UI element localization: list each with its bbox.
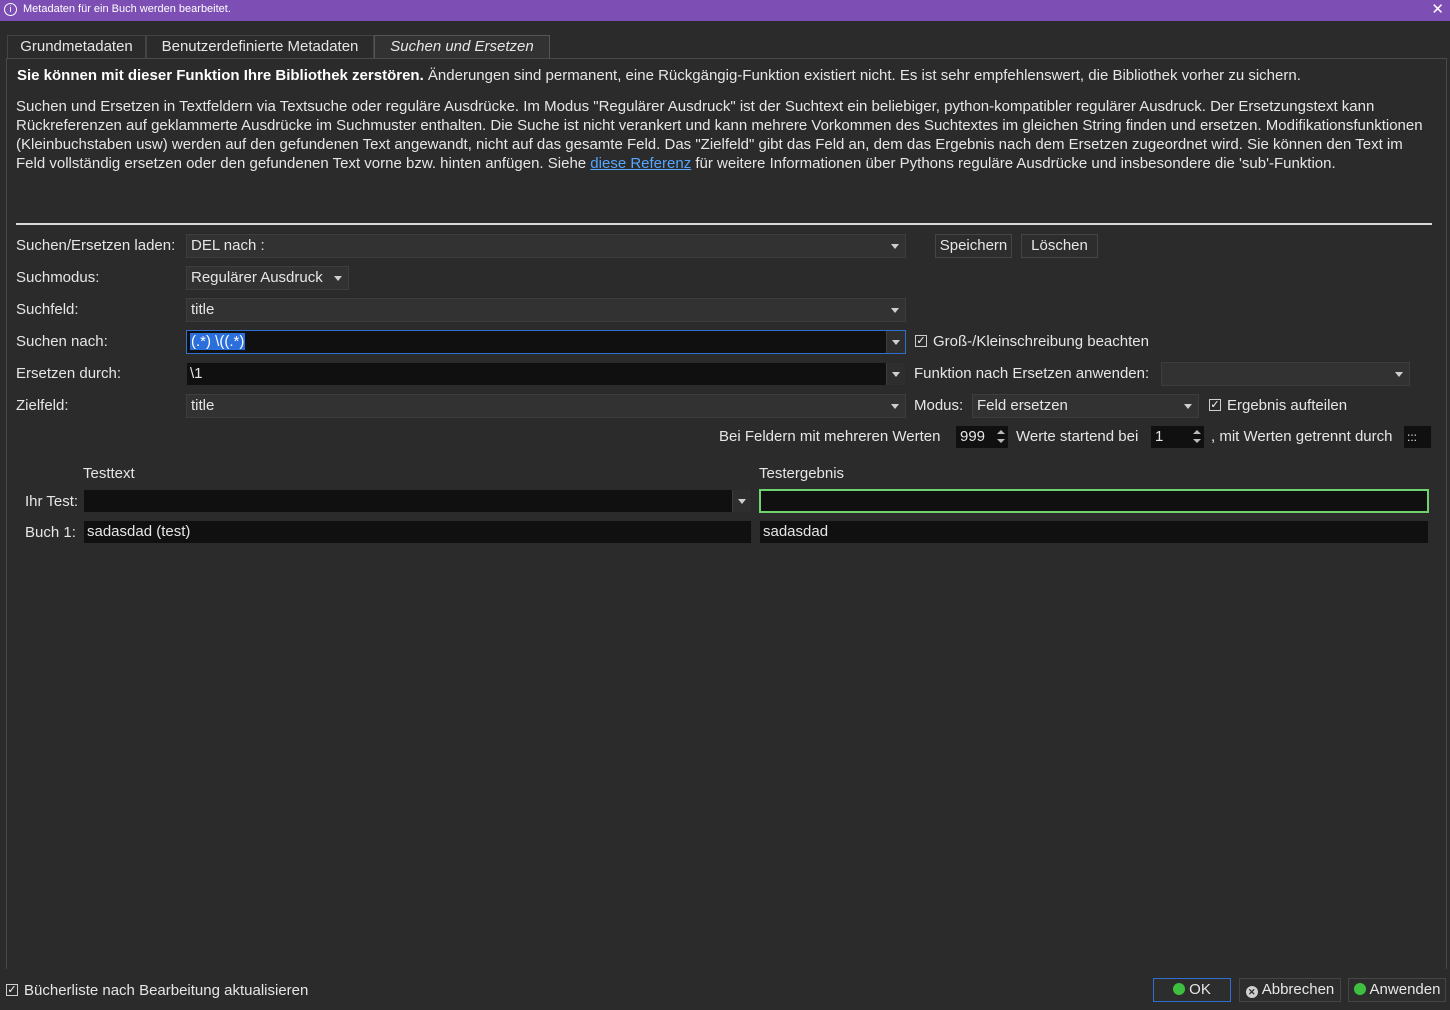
start-at-label: Werte startend bei <box>1016 428 1139 445</box>
chevron-down-icon <box>891 308 899 313</box>
search-input[interactable]: (.*) \((.*) <box>186 330 906 354</box>
case-sensitive-checkbox[interactable]: ✓ <box>915 335 927 347</box>
description-after-link: für weitere Informationen über Pythons r… <box>691 155 1336 172</box>
test-result-header: Testergebnis <box>759 465 845 482</box>
book1-text[interactable]: sadasdad (test) <box>83 520 752 544</box>
book1-label: Buch 1: <box>25 524 76 541</box>
chevron-down-icon <box>1184 404 1192 409</box>
mode-combo[interactable]: Regulärer Ausdruck <box>186 266 349 290</box>
close-icon[interactable]: ✕ <box>1431 0 1444 18</box>
multi-values-spinbox[interactable]: 999 <box>955 425 1009 449</box>
start-at-spinbox[interactable]: 1 <box>1150 425 1205 449</box>
tab-grundmetadaten[interactable]: Grundmetadaten <box>7 35 146 58</box>
save-button[interactable]: Speichern <box>935 234 1012 258</box>
separator <box>16 223 1432 225</box>
description-text: Suchen und Ersetzen in Textfeldern via T… <box>16 97 1436 173</box>
function-combo[interactable] <box>1161 362 1410 386</box>
modus-label: Modus: <box>914 397 964 414</box>
check-icon <box>1173 983 1186 995</box>
refresh-list-checkbox[interactable]: ✓ <box>6 984 18 996</box>
apply-label: Anwenden <box>1369 981 1441 998</box>
info-icon: i <box>4 3 17 16</box>
tab-benutzerdefinierte-metadaten[interactable]: Benutzerdefinierte Metadaten <box>146 35 374 58</box>
book1-result-value: sadasdad <box>763 523 829 540</box>
warning-text: Sie können mit dieser Funktion Ihre Bibl… <box>17 67 1301 84</box>
refresh-list-label: Bücherliste nach Bearbeitung aktualisier… <box>24 982 309 999</box>
dest-field-value: title <box>191 397 215 414</box>
replace-input-value: \1 <box>190 365 203 382</box>
replace-label: Ersetzen durch: <box>16 365 122 382</box>
history-dropdown-icon[interactable] <box>886 363 905 385</box>
cancel-label: Abbrechen <box>1261 981 1335 998</box>
history-dropdown-icon[interactable] <box>732 490 751 512</box>
load-combo-value: DEL nach : <box>191 237 265 254</box>
footer: ✓ Bücherliste nach Bearbeitung aktualisi… <box>0 969 1450 1010</box>
start-at-value: 1 <box>1155 428 1164 445</box>
search-field-value: title <box>191 301 215 318</box>
separator-input[interactable]: ::: <box>1403 425 1432 449</box>
function-label: Funktion nach Ersetzen anwenden: <box>914 365 1150 382</box>
delete-button[interactable]: Löschen <box>1021 234 1098 258</box>
warning-bold: Sie können mit dieser Funktion Ihre Bibl… <box>17 67 424 84</box>
replace-input[interactable]: \1 <box>186 362 906 386</box>
multi-values-value: 999 <box>960 428 986 445</box>
dest-label: Zielfeld: <box>16 397 69 414</box>
ok-button[interactable]: OK <box>1153 978 1231 1002</box>
spin-arrows-icon[interactable] <box>996 429 1006 445</box>
history-dropdown-icon[interactable] <box>886 331 905 353</box>
cancel-icon: ✕ <box>1245 986 1258 998</box>
search-field-combo[interactable]: title <box>186 298 906 322</box>
mode-label: Suchmodus: <box>16 269 100 286</box>
modus-combo[interactable]: Feld ersetzen <box>972 394 1199 418</box>
warning-rest: Änderungen sind permanent, eine Rückgäng… <box>423 67 1301 84</box>
split-result-label: Ergebnis aufteilen <box>1227 397 1348 414</box>
separator-value: ::: <box>1407 430 1418 444</box>
load-label: Suchen/Ersetzen laden: <box>16 237 176 254</box>
your-test-input[interactable] <box>83 489 752 513</box>
reference-link[interactable]: diese Referenz <box>590 155 691 172</box>
cancel-button[interactable]: ✕ Abbrechen <box>1239 978 1341 1002</box>
apply-button[interactable]: Anwenden <box>1348 978 1446 1002</box>
test-text-header: Testtext <box>83 465 135 482</box>
your-test-result <box>759 489 1429 513</box>
multi-values-label: Bei Feldern mit mehreren Werten <box>719 428 941 445</box>
separator-label: , mit Werten getrennt durch <box>1211 428 1393 445</box>
title-bar: i Metadaten für ein Buch werden bearbeit… <box>0 0 1450 21</box>
tab-panel <box>6 58 1447 969</box>
chevron-down-icon <box>1395 372 1403 377</box>
check-icon <box>1353 983 1366 995</box>
search-label: Suchen nach: <box>16 333 108 350</box>
book1-result: sadasdad <box>759 520 1429 544</box>
spin-arrows-icon[interactable] <box>1192 429 1202 445</box>
book1-text-value: sadasdad (test) <box>87 523 191 540</box>
tab-suchen-und-ersetzen[interactable]: Suchen und Ersetzen <box>374 35 550 58</box>
split-result-checkbox[interactable]: ✓ <box>1209 399 1221 411</box>
search-input-value: (.*) \((.*) <box>190 333 246 350</box>
chevron-down-icon <box>891 404 899 409</box>
modus-combo-value: Feld ersetzen <box>977 397 1068 414</box>
field-label: Suchfeld: <box>16 301 79 318</box>
ok-label: OK <box>1189 981 1211 998</box>
chevron-down-icon <box>334 276 342 281</box>
mode-combo-value: Regulärer Ausdruck <box>191 269 323 286</box>
window-title: Metadaten für ein Buch werden bearbeitet… <box>23 3 231 15</box>
case-sensitive-label: Groß-/Kleinschreibung beachten <box>933 333 1149 350</box>
chevron-down-icon <box>891 244 899 249</box>
your-test-label: Ihr Test: <box>25 493 79 510</box>
dest-field-combo[interactable]: title <box>186 394 906 418</box>
load-combo[interactable]: DEL nach : <box>186 234 906 258</box>
